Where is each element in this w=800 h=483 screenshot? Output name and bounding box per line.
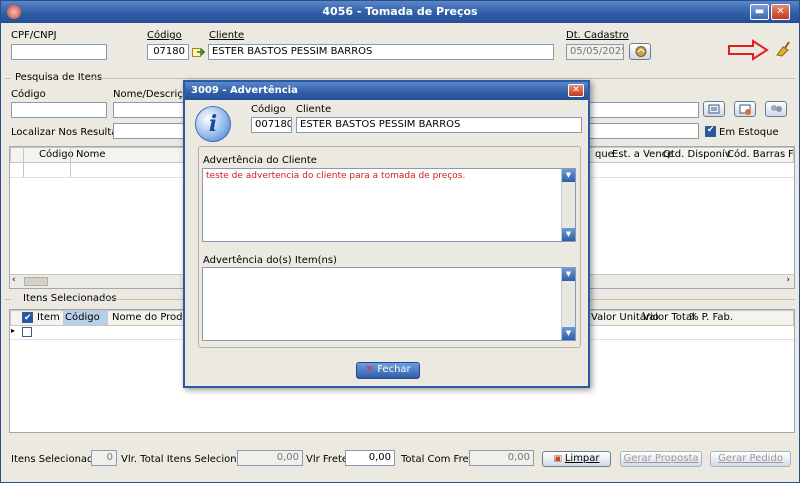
adv-cliente-label: Advertência do Cliente bbox=[203, 155, 317, 166]
advertencias-panel: Advertência do Cliente teste de adverten… bbox=[198, 146, 581, 348]
eraser-icon: ▣ bbox=[553, 454, 565, 464]
scroll-right-icon[interactable]: › bbox=[786, 275, 790, 285]
cpf-input[interactable] bbox=[11, 44, 107, 60]
cpf-label: CPF/CNPJ bbox=[11, 30, 57, 41]
cliente-input[interactable]: ESTER BASTOS PESSIM BARROS bbox=[208, 44, 554, 60]
footer-total-frete-value: 0,00 bbox=[469, 450, 534, 466]
col-valor-total[interactable]: Valor Total bbox=[643, 311, 695, 325]
lookup-arrow-icon[interactable] bbox=[192, 46, 206, 58]
adv-itens-memo[interactable]: ▼ ▼ bbox=[202, 267, 576, 341]
search-clear-button[interactable] bbox=[734, 101, 756, 117]
advertencia-dialog: 3009 - Advertência ✕ i Código 007180 Cli… bbox=[183, 80, 590, 388]
search-users-button[interactable] bbox=[765, 101, 787, 117]
info-icon: i bbox=[195, 106, 231, 142]
col-item[interactable]: Item bbox=[37, 311, 60, 325]
adv-itens-label: Advertência do(s) Item(ns) bbox=[203, 255, 337, 266]
footer-vlr-frete-input[interactable]: 0,00 bbox=[345, 450, 395, 466]
search-codigo-label: Código bbox=[11, 89, 46, 100]
adv-cliente-memo[interactable]: teste de advertencia do cliente para a t… bbox=[202, 168, 576, 242]
dialog-codigo-label: Código bbox=[251, 104, 286, 115]
select-all-checkbox[interactable] bbox=[22, 311, 33, 325]
close-button[interactable]: ✕ bbox=[771, 4, 790, 20]
dialog-cliente-value: ESTER BASTOS PESSIM BARROS bbox=[296, 117, 582, 133]
row-checkbox[interactable] bbox=[22, 327, 32, 337]
scroll-up-icon[interactable]: ▼ bbox=[562, 169, 575, 182]
arrow-right-icon bbox=[727, 39, 771, 61]
gerar-pedido-button[interactable]: Gerar Pedido bbox=[710, 451, 791, 467]
col-p-fab[interactable]: % P. Fab. bbox=[689, 311, 733, 325]
footer-vlr-total-value: 0,00 bbox=[237, 450, 303, 466]
dialog-close-button[interactable]: ✕ bbox=[568, 84, 584, 97]
codigo-label: Código bbox=[147, 30, 182, 41]
dt-cadastro-label: Dt. Cadastro bbox=[566, 30, 629, 41]
minimize-button[interactable]: ▬ bbox=[750, 4, 769, 20]
limpar-button[interactable]: ▣ Limpar bbox=[542, 451, 611, 467]
col-qtd-disponivel[interactable]: Qtd. Disponív bbox=[663, 148, 731, 162]
dialog-title: 3009 - Advertência bbox=[185, 82, 588, 100]
calendar-button[interactable] bbox=[629, 43, 651, 60]
main-window: 4056 - Tomada de Preços ▬ ✕ CPF/CNPJ Cód… bbox=[0, 0, 800, 483]
em-estoque-label: Em Estoque bbox=[719, 127, 779, 138]
col-cod-barras[interactable]: Cód. Barras bbox=[727, 148, 785, 162]
footer-itens-value: 0 bbox=[91, 450, 117, 466]
broom-icon[interactable] bbox=[774, 41, 790, 57]
x-icon: ✕ bbox=[365, 364, 378, 375]
col-codigo[interactable]: Código bbox=[39, 148, 74, 162]
col-sel-codigo[interactable]: Código bbox=[63, 311, 108, 325]
scroll-up-icon[interactable]: ▼ bbox=[562, 268, 575, 281]
em-estoque-checkbox[interactable] bbox=[705, 125, 716, 137]
adv-cliente-scrollbar[interactable]: ▼ ▼ bbox=[561, 169, 575, 241]
dt-cadastro-input[interactable]: 05/05/2025 bbox=[566, 44, 624, 60]
cliente-label: Cliente bbox=[209, 30, 245, 41]
fechar-button[interactable]: ✕ Fechar bbox=[356, 362, 420, 379]
scroll-down-icon[interactable]: ▼ bbox=[562, 228, 575, 241]
search-list-button[interactable] bbox=[703, 101, 725, 117]
search-codigo-input[interactable] bbox=[11, 102, 107, 118]
gerar-proposta-button[interactable]: Gerar Proposta bbox=[620, 451, 702, 467]
dialog-cliente-label: Cliente bbox=[296, 104, 332, 115]
title-bar: 4056 - Tomada de Preços ▬ ✕ bbox=[1, 1, 799, 23]
col-f[interactable]: F bbox=[788, 148, 793, 162]
col-nome[interactable]: Nome bbox=[76, 148, 106, 162]
scroll-down-icon[interactable]: ▼ bbox=[562, 327, 575, 340]
window-title: 4056 - Tomada de Preços bbox=[322, 5, 478, 18]
dialog-codigo-value: 007180 bbox=[251, 117, 292, 133]
row-indicator-icon: ▸ bbox=[11, 326, 16, 335]
codigo-input[interactable]: 07180 bbox=[147, 44, 189, 60]
scroll-left-icon[interactable]: ‹ bbox=[12, 275, 16, 285]
adv-itens-scrollbar[interactable]: ▼ ▼ bbox=[561, 268, 575, 340]
